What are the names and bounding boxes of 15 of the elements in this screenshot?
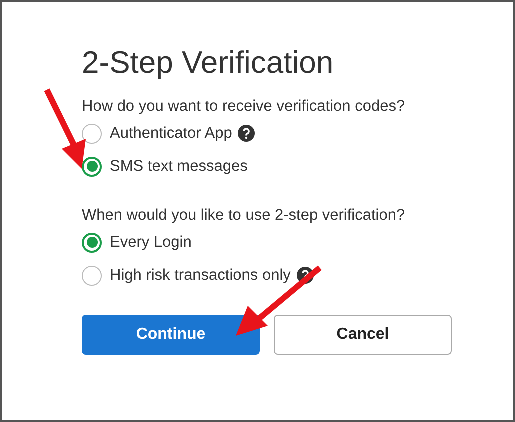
cancel-button[interactable]: Cancel: [274, 315, 452, 355]
radio-button[interactable]: [82, 232, 102, 252]
question-text: When would you like to use 2-step verification?: [82, 206, 406, 226]
question-text: How do you want to receive verification codes?: [82, 97, 406, 117]
radio-button[interactable]: [82, 156, 102, 176]
option-label: SMS text messages: [110, 156, 248, 177]
option-label: Authenticator App: [110, 124, 232, 144]
radio-button[interactable]: [82, 124, 102, 144]
continue-button[interactable]: Continue: [82, 315, 260, 355]
option-label: Every Login: [110, 232, 192, 253]
radio-button[interactable]: [82, 266, 102, 286]
help-icon[interactable]: [296, 267, 314, 284]
dialog-title: 2-Step Verification: [82, 44, 335, 82]
option-label: High risk transactions only: [110, 266, 291, 286]
help-icon[interactable]: [238, 125, 256, 142]
